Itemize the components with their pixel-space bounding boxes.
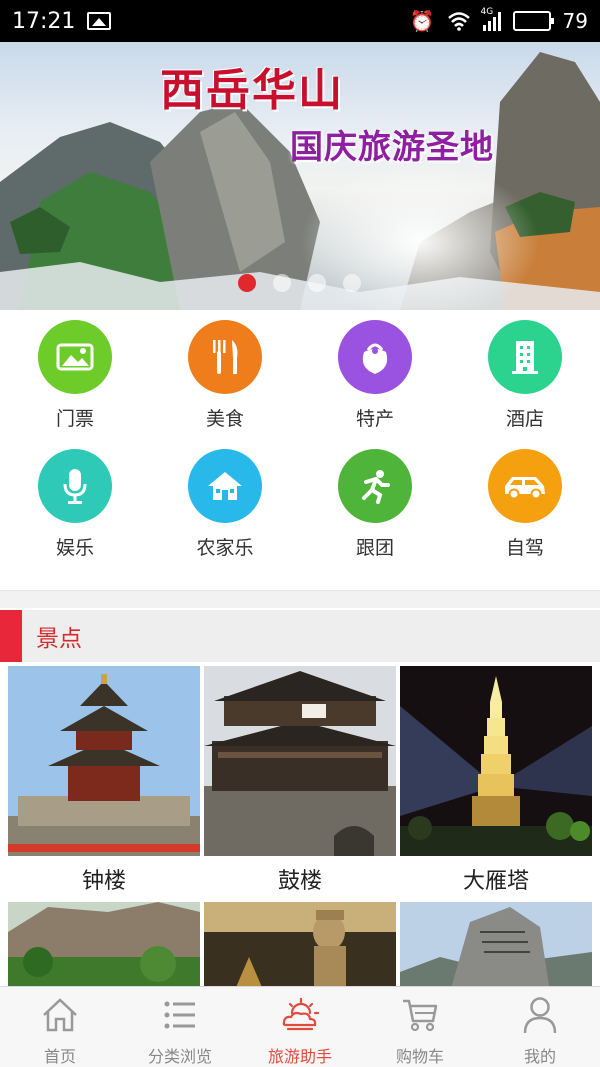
fork-knife-icon (188, 320, 262, 394)
category-farmhouse[interactable]: 农家乐 (150, 449, 300, 560)
spot-card[interactable] (8, 902, 200, 992)
section-divider (0, 590, 600, 608)
banner-subtitle: 国庆旅游圣地 (290, 127, 494, 166)
section-header-scenic: 景点 (0, 610, 600, 662)
spot-image (400, 902, 592, 992)
person-icon (523, 995, 557, 1035)
gallery-notification-icon (87, 12, 112, 30)
status-icons: ⏰ 4G 79 (409, 7, 588, 33)
category-grid: 门票 美食 特产 酒店 娱乐 农家乐 跟团 自驾 (0, 320, 600, 560)
category-hotel[interactable]: 酒店 (450, 320, 600, 431)
category-self-drive[interactable]: 自驾 (450, 449, 600, 560)
spot-name: 钟楼 (81, 869, 126, 894)
category-label: 门票 (55, 408, 94, 430)
section-accent-bar (0, 610, 22, 662)
banner-title: 西岳华山 (160, 65, 344, 116)
section-title: 景点 (36, 626, 82, 652)
category-label: 美食 (205, 408, 244, 430)
spot-image (8, 902, 200, 992)
spot-image-big-wild-goose-pagoda (400, 666, 592, 856)
category-group-tour[interactable]: 跟团 (300, 449, 450, 560)
category-entertainment[interactable]: 娱乐 (0, 449, 150, 560)
spot-image-drum-tower (204, 666, 396, 856)
ticket-image-icon (38, 320, 112, 394)
microphone-icon (38, 449, 112, 523)
home-icon (41, 995, 79, 1035)
tab-label: 分类浏览 (147, 1047, 212, 1066)
category-label: 酒店 (505, 408, 544, 430)
spot-card[interactable]: 鼓楼 (204, 666, 396, 902)
pager-dot[interactable] (238, 274, 256, 292)
sun-cloud-icon (280, 995, 320, 1035)
pager-dot[interactable] (273, 274, 291, 292)
tab-home[interactable]: 首页 (0, 987, 120, 1067)
spot-image-bell-tower (8, 666, 200, 856)
tab-label: 旅游助手 (267, 1047, 332, 1066)
spot-name: 鼓楼 (277, 869, 322, 894)
spot-card[interactable] (204, 902, 396, 992)
gift-bag-icon (338, 320, 412, 394)
tab-cart[interactable]: 购物车 (360, 987, 480, 1067)
category-label: 自驾 (505, 537, 544, 559)
battery-icon (512, 11, 554, 31)
wifi-icon (447, 12, 470, 31)
category-label: 农家乐 (196, 537, 254, 559)
category-tickets[interactable]: 门票 (0, 320, 150, 431)
category-label: 娱乐 (55, 537, 94, 559)
tab-category-browse[interactable]: 分类浏览 (120, 987, 240, 1067)
farmhouse-icon (188, 449, 262, 523)
bottom-tab-bar: 首页 分类浏览 旅游助手 购物车 我的 (0, 986, 600, 1067)
cart-icon (401, 995, 439, 1035)
category-label: 特产 (355, 408, 394, 430)
banner-pager (238, 274, 361, 292)
tab-mine[interactable]: 我的 (480, 987, 600, 1067)
pager-dot[interactable] (343, 274, 361, 292)
tab-travel-assistant[interactable]: 旅游助手 (240, 987, 360, 1067)
category-specialty[interactable]: 特产 (300, 320, 450, 431)
cell-signal-icon: 4G (481, 7, 501, 31)
tab-label: 购物车 (395, 1047, 444, 1066)
alarm-icon: ⏰ (409, 9, 435, 33)
spot-name: 大雁塔 (462, 869, 529, 894)
spot-card[interactable]: 钟楼 (8, 666, 200, 902)
spot-image (204, 902, 396, 992)
status-time: 17:21 (12, 8, 76, 34)
tab-label: 首页 (43, 1047, 76, 1066)
category-label: 跟团 (355, 537, 394, 559)
scenic-spot-grid: 钟楼 鼓楼 大雁塔 (8, 666, 592, 992)
running-person-icon (338, 449, 412, 523)
pager-dot[interactable] (308, 274, 326, 292)
spot-card[interactable]: 大雁塔 (400, 666, 592, 902)
battery-percent: 79 (562, 9, 588, 33)
hotel-building-icon (488, 320, 562, 394)
status-bar: 17:21 ⏰ 4G 79 (0, 0, 600, 42)
category-food[interactable]: 美食 (150, 320, 300, 431)
list-icon (163, 995, 197, 1035)
tab-label: 我的 (523, 1047, 556, 1066)
spot-card[interactable] (400, 902, 592, 992)
network-type: 4G (480, 7, 494, 17)
promo-banner[interactable]: 西岳华山 国庆旅游圣地 (0, 42, 600, 310)
car-icon (488, 449, 562, 523)
